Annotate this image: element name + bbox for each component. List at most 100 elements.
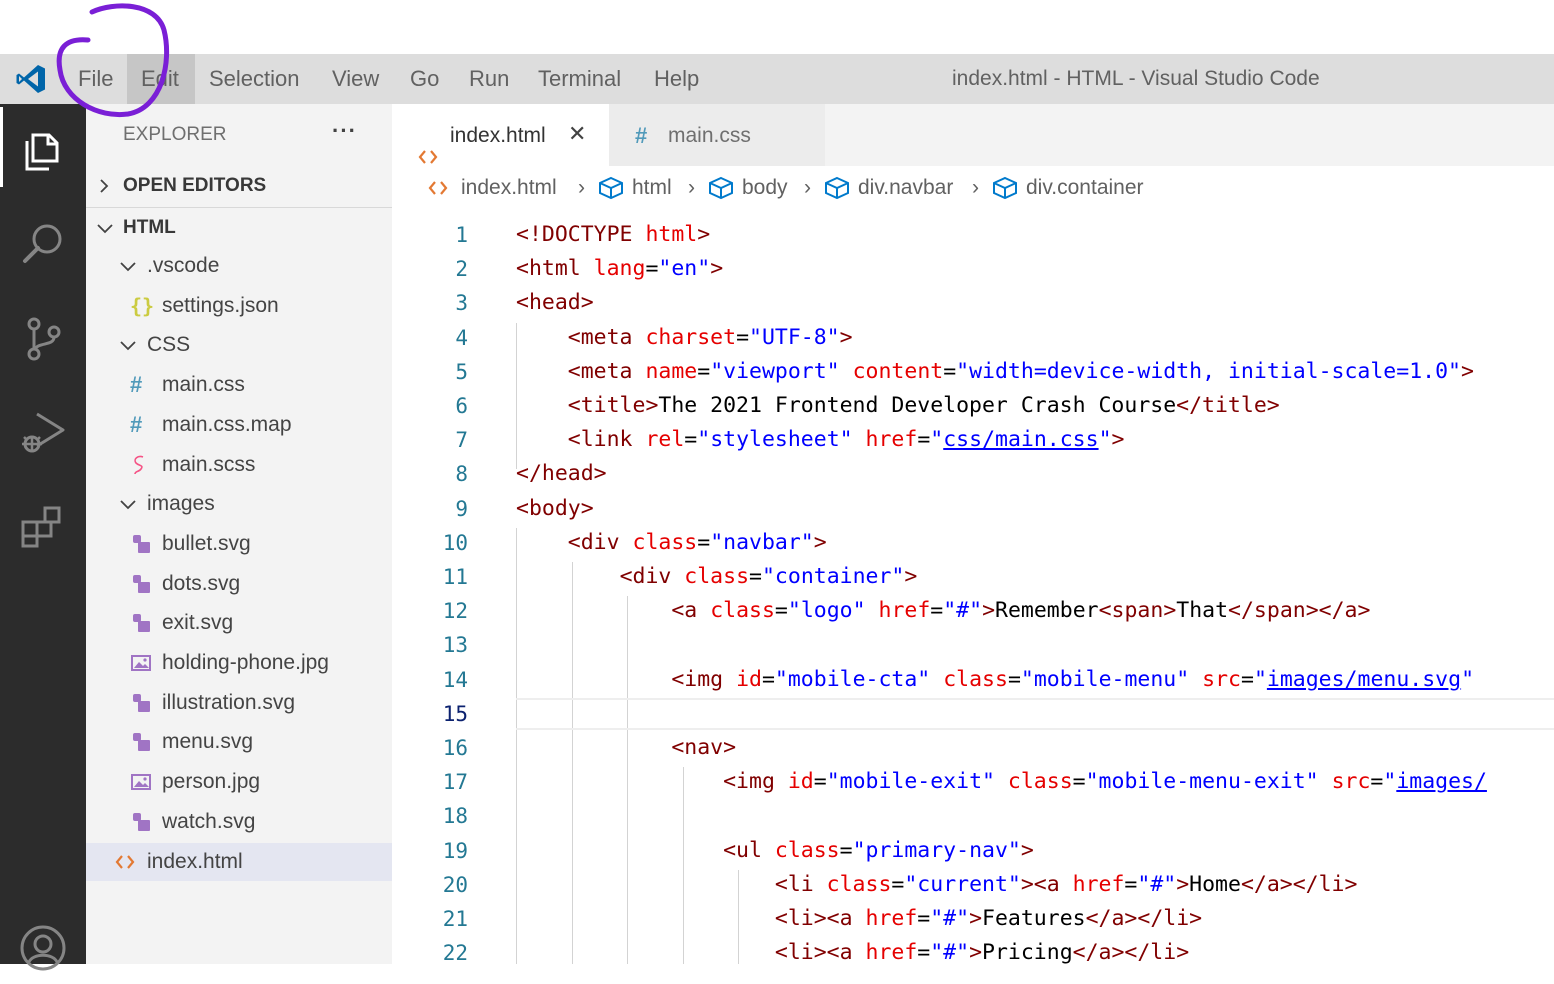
- editor-tabs: index.html ✕ # main.css: [392, 104, 1554, 166]
- chevron-down-icon: [119, 247, 137, 285]
- css-file-icon: #: [130, 372, 143, 397]
- tree-item-label: exit.svg: [162, 611, 234, 634]
- tree-file[interactable]: exit.svg: [86, 604, 392, 642]
- tree-file[interactable]: illustration.svg: [86, 684, 392, 722]
- code-line: <li class="current"><a href="#">Home</a>…: [516, 868, 1358, 902]
- html-icon: [428, 178, 448, 202]
- html-folder-section[interactable]: HTML: [86, 209, 392, 247]
- breadcrumb-item[interactable]: body: [742, 166, 788, 208]
- code-token: class: [943, 667, 1008, 692]
- menu-terminal[interactable]: Terminal: [538, 54, 621, 104]
- symbol-element-icon: [598, 176, 624, 206]
- run-debug-icon[interactable]: [0, 388, 86, 468]
- tree-item-label: index.html: [147, 850, 243, 873]
- menu-selection[interactable]: Selection: [209, 54, 300, 104]
- breadcrumb-item[interactable]: html: [632, 166, 672, 208]
- code-line: <nav>: [516, 731, 736, 765]
- tab-main-css[interactable]: # main.css: [609, 104, 825, 166]
- tree-file[interactable]: watch.svg: [86, 803, 392, 841]
- breadcrumb: index.html › html › body › div.navbar › …: [392, 166, 1554, 206]
- line-number: 13: [442, 633, 468, 657]
- code-token: id: [736, 667, 762, 692]
- line-number: 16: [442, 736, 468, 760]
- code-token: =: [1007, 667, 1021, 692]
- close-icon[interactable]: ✕: [568, 102, 586, 166]
- code-line: <html lang="en">: [516, 252, 723, 286]
- tree-file[interactable]: index.html: [86, 843, 392, 881]
- tree-file[interactable]: # main.css.map: [86, 406, 392, 444]
- open-editors-section[interactable]: OPEN EDITORS: [86, 167, 392, 205]
- chevron-down-icon: [119, 326, 137, 364]
- search-icon[interactable]: [0, 200, 86, 280]
- tab-index-html[interactable]: index.html ✕: [392, 104, 609, 166]
- tree-item-label: bullet.svg: [162, 532, 251, 555]
- code-token: "current": [904, 872, 1021, 897]
- code-token: =: [813, 769, 827, 794]
- menu-go[interactable]: Go: [410, 54, 439, 104]
- code-token: "navbar": [710, 530, 814, 555]
- code-token: =: [697, 530, 711, 555]
- code-editor[interactable]: 1 <!DOCTYPE html> 2 <html lang="en"> 3 <head>…: [392, 206, 1554, 964]
- chevron-right-icon: ›: [804, 176, 811, 199]
- tree-file[interactable]: dots.svg: [86, 565, 392, 603]
- code-token: "#": [943, 598, 983, 623]
- code-line: <meta name="viewport" content="width=dev…: [516, 355, 1474, 389]
- source-control-icon[interactable]: [0, 294, 86, 374]
- code-token: "mobile-exit": [826, 769, 995, 794]
- code-token: </title>: [1176, 393, 1280, 418]
- menu-run[interactable]: Run: [469, 54, 509, 104]
- tree-file[interactable]: # main.css: [86, 366, 392, 404]
- svg-file-icon: [130, 684, 152, 722]
- code-token: class: [774, 838, 840, 863]
- tree-file[interactable]: holding-phone.jpg: [86, 644, 392, 682]
- code-line: <body>: [516, 492, 594, 526]
- breadcrumb-item[interactable]: index.html: [461, 166, 557, 208]
- code-token: href: [865, 427, 918, 452]
- explorer-more-actions-button[interactable]: ···: [332, 118, 357, 144]
- code-line: <meta charset="UTF-8">: [516, 321, 853, 355]
- code-token: "mobile-menu": [1020, 667, 1190, 692]
- tree-item-label: settings.json: [162, 294, 279, 317]
- code-token: class: [826, 872, 892, 897]
- tree-file[interactable]: bullet.svg: [86, 525, 392, 563]
- code-token: "UTF-8": [749, 325, 840, 350]
- code-token: >: [982, 598, 996, 623]
- tree-file[interactable]: menu.svg: [86, 723, 392, 761]
- account-icon[interactable]: [0, 904, 86, 984]
- tree-item-label: main.css: [162, 373, 245, 396]
- extensions-icon[interactable]: [0, 482, 86, 562]
- annotation-circle: [56, 3, 170, 118]
- json-file-icon: {}: [130, 294, 155, 318]
- tree-file[interactable]: main.scss: [86, 446, 392, 484]
- tree-file[interactable]: person.jpg: [86, 763, 392, 801]
- line-number: 18: [442, 804, 468, 828]
- tree-folder[interactable]: CSS: [86, 326, 392, 364]
- code-token: </a></li>: [1072, 940, 1190, 964]
- breadcrumb-item[interactable]: div.navbar: [858, 166, 953, 208]
- tree-file[interactable]: {} settings.json: [86, 287, 392, 325]
- code-token: href: [1072, 872, 1125, 897]
- code-token: images/: [1396, 769, 1487, 794]
- code-token: ><a: [1020, 872, 1073, 897]
- svg-file-icon: [130, 565, 152, 603]
- code-token: =: [774, 598, 788, 623]
- code-token: href: [865, 906, 918, 931]
- menu-help[interactable]: Help: [654, 54, 699, 104]
- tree-folder[interactable]: images: [86, 485, 392, 523]
- code-token: class: [684, 564, 750, 589]
- code-line: <img id="mobile-exit" class="mobile-menu…: [516, 765, 1487, 799]
- line-number: 8: [455, 462, 468, 486]
- menu-view[interactable]: View: [332, 54, 379, 104]
- line-number: 6: [455, 394, 468, 418]
- breadcrumb-item[interactable]: div.container: [1026, 166, 1144, 208]
- tree-folder[interactable]: .vscode: [86, 247, 392, 285]
- tree-item-label: holding-phone.jpg: [162, 651, 329, 674]
- code-token: That: [1176, 598, 1229, 623]
- code-token: content: [852, 359, 944, 384]
